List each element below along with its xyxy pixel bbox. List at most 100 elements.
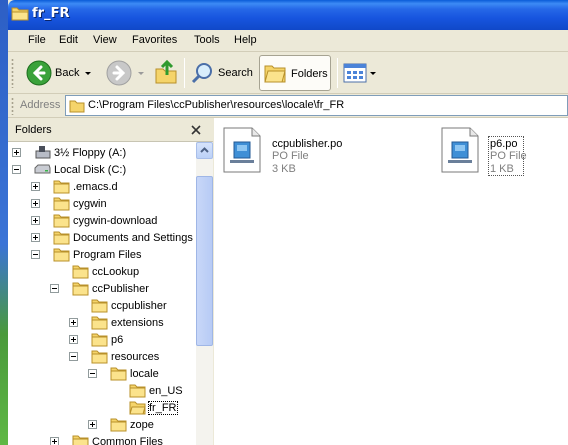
folder-icon	[91, 316, 108, 330]
folder-icon	[110, 367, 127, 381]
tree-item[interactable]: .emacs.d	[31, 178, 118, 195]
folder-icon	[53, 231, 70, 245]
tree-item[interactable]: Common Files	[50, 433, 163, 445]
file-size: 1 KB	[490, 163, 514, 175]
back-dropdown-icon[interactable]	[85, 71, 92, 75]
standard-toolbar: Back Search Folders	[8, 53, 568, 94]
scroll-thumb[interactable]	[196, 176, 213, 346]
folder-icon	[53, 197, 70, 211]
desktop-background	[0, 0, 8, 445]
expand-icon[interactable]	[50, 437, 59, 445]
tree-item-label: .emacs.d	[73, 180, 118, 193]
tree-item[interactable]: Program Files	[31, 246, 142, 263]
menu-help[interactable]: Help	[234, 34, 257, 46]
tree-item-label: Local Disk (C:)	[54, 163, 127, 176]
folder-icon	[53, 248, 70, 262]
tree-item-label: zope	[130, 418, 154, 431]
menu-edit[interactable]: Edit	[59, 34, 78, 46]
address-grip[interactable]	[11, 97, 14, 115]
up-folder-button[interactable]	[154, 59, 178, 85]
folder-icon	[69, 100, 85, 113]
address-bar: Address C:\Program Files\ccPublisher\res…	[8, 94, 568, 118]
menu-tools[interactable]: Tools	[194, 34, 220, 46]
address-label: Address	[20, 99, 61, 111]
tree-item-label: locale	[130, 367, 159, 380]
toolbar-grip[interactable]	[11, 58, 14, 88]
expand-icon[interactable]	[31, 216, 40, 225]
tree-item[interactable]: cygwin	[31, 195, 107, 212]
folders-button[interactable]: Folders	[259, 55, 331, 91]
file-type: PO File	[490, 150, 527, 162]
address-path[interactable]: C:\Program Files\ccPublisher\resources\l…	[88, 99, 344, 111]
tree-item-label: en_US	[149, 384, 183, 397]
collapse-icon[interactable]	[69, 352, 78, 361]
expand-icon[interactable]	[88, 420, 97, 429]
folder-icon	[53, 180, 70, 194]
forward-dropdown-icon[interactable]	[138, 71, 144, 75]
forward-button[interactable]	[106, 60, 144, 86]
views-dropdown-icon[interactable]	[370, 71, 376, 75]
expand-icon[interactable]	[31, 182, 40, 191]
file-name: ccpublisher.po	[272, 138, 343, 150]
tree-item[interactable]: en_US	[129, 382, 183, 399]
folder-icon	[129, 384, 146, 398]
folder-tree: 3½ Floppy (A:) Local Disk (C:) .emacs.d cyg…	[8, 142, 196, 445]
close-icon[interactable]	[188, 122, 204, 138]
collapse-icon[interactable]	[31, 250, 40, 259]
file-list: ccpublisher.po PO File 3 KB p6.po PO File 1 K…	[214, 118, 568, 445]
toolbar-separator	[184, 58, 185, 88]
tree-item-label: cygwin-download	[73, 214, 158, 227]
search-button[interactable]: Search	[191, 61, 253, 85]
collapse-icon[interactable]	[50, 284, 59, 293]
menu-file[interactable]: File	[28, 34, 46, 46]
expand-icon[interactable]	[31, 199, 40, 208]
folder-icon	[110, 418, 127, 432]
tree-item[interactable]: p6	[69, 331, 124, 348]
file-type: PO File	[272, 150, 309, 162]
tree-item[interactable]: ccPublisher	[50, 280, 149, 297]
folder-icon	[53, 214, 70, 228]
scroll-up-button[interactable]	[196, 142, 213, 159]
tree-item-label: Common Files	[92, 435, 163, 445]
search-icon	[191, 63, 212, 84]
folder-icon	[91, 350, 108, 364]
tree-item-label: Program Files	[73, 248, 142, 261]
tree-item-label: p6	[111, 333, 124, 346]
tree-item[interactable]: resources	[69, 348, 159, 365]
menu-view[interactable]: View	[93, 34, 117, 46]
toolbar-separator	[337, 58, 338, 88]
title-bar[interactable]: fr_FR	[8, 0, 568, 30]
file-name: p6.po	[490, 138, 518, 150]
hard-drive-icon	[34, 164, 51, 174]
back-button[interactable]: Back	[26, 60, 92, 86]
address-field[interactable]: C:\Program Files\ccPublisher\resources\l…	[65, 95, 568, 116]
expand-icon[interactable]	[69, 318, 78, 327]
collapse-icon[interactable]	[12, 165, 21, 174]
file-size: 3 KB	[272, 163, 296, 175]
tree-item-label: 3½ Floppy (A:)	[54, 146, 127, 159]
folder-icon	[91, 333, 108, 347]
expand-icon[interactable]	[31, 233, 40, 242]
tree-item[interactable]: fr_FR	[129, 399, 178, 416]
tree-item[interactable]: cygwin-download	[31, 212, 158, 229]
tree-item[interactable]: ccpublisher	[91, 297, 167, 314]
tree-item[interactable]: ccLookup	[72, 263, 139, 280]
collapse-icon[interactable]	[88, 369, 97, 378]
tree-item[interactable]: Documents and Settings	[31, 229, 193, 246]
tree-item[interactable]: extensions	[69, 314, 164, 331]
tree-item-label: ccLookup	[92, 265, 140, 278]
tree-item[interactable]: locale	[88, 365, 159, 382]
expand-icon[interactable]	[69, 335, 78, 344]
expand-icon[interactable]	[12, 148, 21, 157]
tree-scrollbar[interactable]	[196, 142, 213, 445]
explorer-window: fr_FR File Edit View Favorites Tools Hel…	[8, 0, 568, 445]
menu-favorites[interactable]: Favorites	[132, 34, 177, 46]
tree-item-label: extensions	[111, 316, 164, 329]
tree-item[interactable]: zope	[88, 416, 154, 433]
tree-item[interactable]: 3½ Floppy (A:)	[12, 144, 127, 161]
folders-pane-title: Folders	[15, 124, 52, 136]
folder-icon	[72, 435, 89, 445]
tree-item[interactable]: Local Disk (C:)	[12, 161, 127, 178]
views-button[interactable]	[343, 63, 376, 83]
folder-icon	[72, 265, 89, 279]
